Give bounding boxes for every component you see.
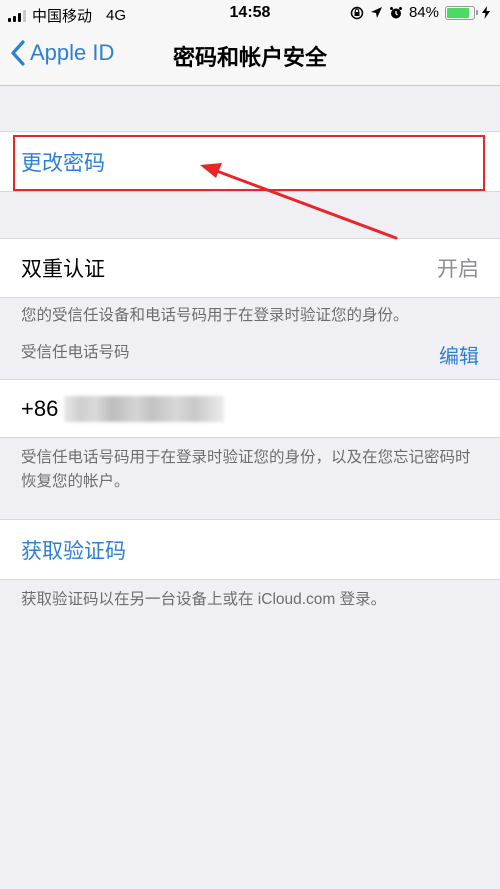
two-factor-label: 双重认证 — [21, 258, 105, 281]
trusted-numbers-footer: 受信任电话号码用于在登录时验证您的身份，以及在您忘记密码时恢复您的帐户。 — [21, 449, 471, 490]
alarm-icon — [389, 6, 402, 18]
status-right: 84% — [350, 4, 490, 21]
change-password-row[interactable]: 更改密码 — [0, 131, 500, 192]
two-factor-footer: 您的受信任设备和电话号码用于在登录时验证您的身份。 — [21, 307, 409, 324]
phone-prefix: +86 — [21, 395, 59, 421]
trusted-numbers-header: 受信任电话号码 — [21, 344, 130, 361]
redacted-phone-number — [64, 395, 225, 422]
verification-code-footer: 获取验证码以在另一台设备上或在 iCloud.com 登录。 — [21, 591, 387, 608]
get-verification-code-row[interactable]: 获取验证码 — [0, 519, 500, 580]
page-title: 密码和帐户安全 — [172, 45, 327, 70]
two-factor-row: 双重认证 开启 — [0, 238, 500, 298]
navigation-bar: Apple ID 密码和帐户安全 — [0, 28, 500, 86]
edit-button[interactable]: 编辑 — [439, 340, 479, 369]
get-verification-code-label: 获取验证码 — [21, 539, 126, 563]
status-bar: 中国移动 4G 14:58 84% — [0, 0, 500, 28]
two-factor-status: 开启 — [437, 258, 479, 281]
battery-icon — [445, 5, 478, 20]
location-icon — [370, 7, 382, 18]
trusted-phone-row: +86 — [0, 379, 500, 438]
battery-fill — [447, 7, 469, 18]
battery-percent: 84% — [408, 4, 439, 21]
change-password-label: 更改密码 — [21, 151, 105, 175]
orientation-lock-icon — [350, 6, 364, 19]
charging-icon — [482, 6, 490, 19]
